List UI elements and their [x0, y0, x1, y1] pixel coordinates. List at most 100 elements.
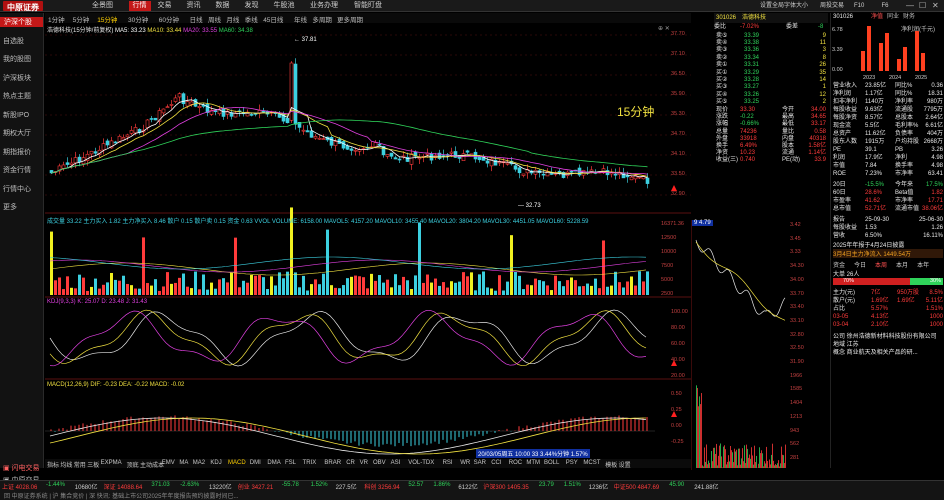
left-nav-item-4[interactable]: 热点主题: [3, 91, 43, 101]
menu-item-0[interactable]: 全景图: [92, 1, 113, 11]
left-nav-item-3[interactable]: 沪深板块: [3, 73, 43, 83]
right-menu-item-2[interactable]: F10: [854, 1, 864, 11]
volume-bar: [498, 275, 501, 295]
volume-bar: [102, 284, 105, 295]
indicator-tab-32[interactable]: 设置: [619, 460, 631, 469]
ask-row-2[interactable]: 卖③ 33.36 3: [714, 47, 828, 54]
indicator-tab-10[interactable]: KDJ: [210, 460, 221, 466]
left-nav-bottom-0[interactable]: ▣ 闪电交易: [3, 463, 43, 473]
bid-price: 33.25: [744, 98, 760, 105]
indicator-tab-13[interactable]: DMA: [267, 460, 280, 466]
flow-tab-3[interactable]: 本月: [896, 263, 908, 269]
indicator-tab-24[interactable]: SAR: [474, 460, 486, 466]
left-nav-item-2[interactable]: 我的股图: [3, 54, 43, 64]
kline-chart-area[interactable]: 37.70 37.10 36.50 35.90 35.30 34.70 34.10 33.50…: [45, 23, 691, 459]
finance-tab-0[interactable]: 净值: [871, 14, 883, 20]
indicator-tab-1[interactable]: 均线: [60, 460, 72, 469]
left-nav-item-8[interactable]: 资金行情: [3, 165, 43, 175]
perf-row-2-value2: 17.71: [927, 198, 943, 204]
bid-row-4[interactable]: 买⑤ 33.25 2: [714, 99, 828, 106]
finance-row-3-value: 9.63亿: [865, 107, 883, 113]
indicator-tab-0[interactable]: 指标: [47, 460, 59, 469]
close-window-icon[interactable]: ✕: [932, 1, 939, 10]
ask-row-1[interactable]: 卖④ 33.38 11: [714, 40, 828, 47]
left-nav-item-9[interactable]: 行情中心: [3, 184, 43, 194]
finance-tab-1[interactable]: 同业: [887, 14, 899, 20]
bid-row-3[interactable]: 买④ 33.26 12: [714, 92, 828, 99]
indicator-tab-7[interactable]: EMV: [162, 460, 175, 466]
indicator-tab-17[interactable]: CR: [346, 460, 355, 466]
left-nav-item-6[interactable]: 期权大厅: [3, 128, 43, 138]
menu-item-8[interactable]: 智能盯盘: [354, 1, 382, 11]
volume-bar: [610, 285, 613, 295]
left-nav-item-0[interactable]: 沪深个股: [0, 17, 43, 27]
mini-y-tick: 281: [790, 454, 800, 461]
right-menu-item-1[interactable]: 周投交易: [820, 1, 844, 11]
mini-volume-bar: [704, 447, 705, 468]
mini-y-tick: 32.80: [790, 331, 804, 338]
left-nav-item-1[interactable]: 自选股: [3, 36, 43, 46]
indicator-tab-16[interactable]: BRAR: [324, 460, 341, 466]
indicator-tab-22[interactable]: RSI: [443, 460, 453, 466]
menu-item-4[interactable]: 数据: [216, 1, 230, 11]
high-price-label: ← 37.81: [294, 37, 317, 43]
close-icon[interactable]: ⊕ ✕: [658, 25, 670, 32]
flow-tabs: 资金 今日 本周 本月 本年: [833, 260, 938, 269]
quote-stat-row-7: 收益(三) 0.740 PE(动) 33.9: [714, 157, 828, 164]
bid-row-1[interactable]: 买② 33.28 14: [714, 77, 828, 84]
menu-item-3[interactable]: 资讯: [187, 1, 201, 11]
indicator-tab-27[interactable]: MTM: [526, 460, 540, 466]
indicator-tab-4[interactable]: EXPMA: [101, 460, 122, 466]
indicator-tab-15[interactable]: TRIX: [303, 460, 317, 466]
indicator-tab-14[interactable]: FSL: [285, 460, 296, 466]
indicator-tab-12[interactable]: DMI: [250, 460, 261, 466]
ask-row-0[interactable]: 卖⑤ 33.39 9: [714, 33, 828, 40]
indicator-tab-23[interactable]: WR: [460, 460, 470, 466]
candle-body: [629, 176, 634, 181]
indicator-tab-11[interactable]: MACD: [228, 460, 246, 466]
volume-bar: [378, 275, 381, 295]
ask-row-3[interactable]: 卖② 33.34 8: [714, 55, 828, 62]
indicator-tab-5[interactable]: 顶底: [127, 460, 139, 469]
indicator-tab-31[interactable]: 模板: [605, 460, 617, 469]
report-row-2-key: 营收: [833, 233, 846, 239]
indicator-tab-6[interactable]: 主动成本: [140, 460, 164, 469]
menu-item-1[interactable]: 行情: [128, 1, 151, 11]
indicator-tab-25[interactable]: CCI: [491, 460, 501, 466]
indicator-tab-3[interactable]: 三板: [87, 460, 99, 469]
indicator-tab-8[interactable]: MA: [179, 460, 188, 466]
right-menu-item-0[interactable]: 设置全局字体大小: [760, 1, 808, 11]
bid-row-2[interactable]: 买③ 33.27 1: [714, 84, 828, 91]
indicator-tab-30[interactable]: MCST: [583, 460, 600, 466]
menu-item-6[interactable]: 牛股池: [274, 1, 295, 11]
indicator-tab-26[interactable]: ROC: [509, 460, 522, 466]
indicator-tab-19[interactable]: OBV: [373, 460, 386, 466]
finance-row-2-key2: 净利率: [895, 99, 914, 105]
menu-item-2[interactable]: 交易: [158, 1, 172, 11]
maximize-icon[interactable]: ☐: [919, 1, 926, 10]
menu-item-5[interactable]: 发现: [245, 1, 259, 11]
left-nav-item-10[interactable]: 更多: [3, 202, 43, 212]
bid-row-0[interactable]: 买① 33.29 35: [714, 70, 828, 77]
indicator-tab-28[interactable]: BOLL: [544, 460, 559, 466]
indicator-tab-2[interactable]: 常用: [74, 460, 86, 469]
mini-volume-bar: [776, 465, 777, 468]
menu-item-7[interactable]: 业务办理: [310, 1, 338, 11]
indicator-tab-21[interactable]: VOL-TDX: [408, 460, 434, 466]
ticker-item-0: 上证 4028.06: [2, 485, 38, 491]
finance-row-7: 股东人数 1915万 户均持股 2668万: [831, 138, 944, 146]
flow-tab-2[interactable]: 本周: [875, 263, 887, 269]
left-nav-item-7[interactable]: 期指报价: [3, 147, 43, 157]
volume-bar: [122, 275, 125, 295]
left-nav-item-5[interactable]: 新股IPO: [3, 110, 43, 120]
indicator-tab-18[interactable]: VR: [360, 460, 368, 466]
minimize-icon[interactable]: —: [906, 1, 914, 10]
ask-row-4[interactable]: 卖① 33.31 26: [714, 62, 828, 69]
right-menu-item-3[interactable]: F6: [882, 1, 889, 11]
indicator-tab-20[interactable]: ASI: [391, 460, 401, 466]
indicator-tab-29[interactable]: PSY: [566, 460, 578, 466]
flow-tab-4[interactable]: 本年: [917, 263, 929, 269]
macd-y-tick: -0.25: [671, 439, 684, 445]
finance-tab-2[interactable]: 财务: [903, 14, 915, 20]
indicator-tab-9[interactable]: MA2: [193, 460, 205, 466]
